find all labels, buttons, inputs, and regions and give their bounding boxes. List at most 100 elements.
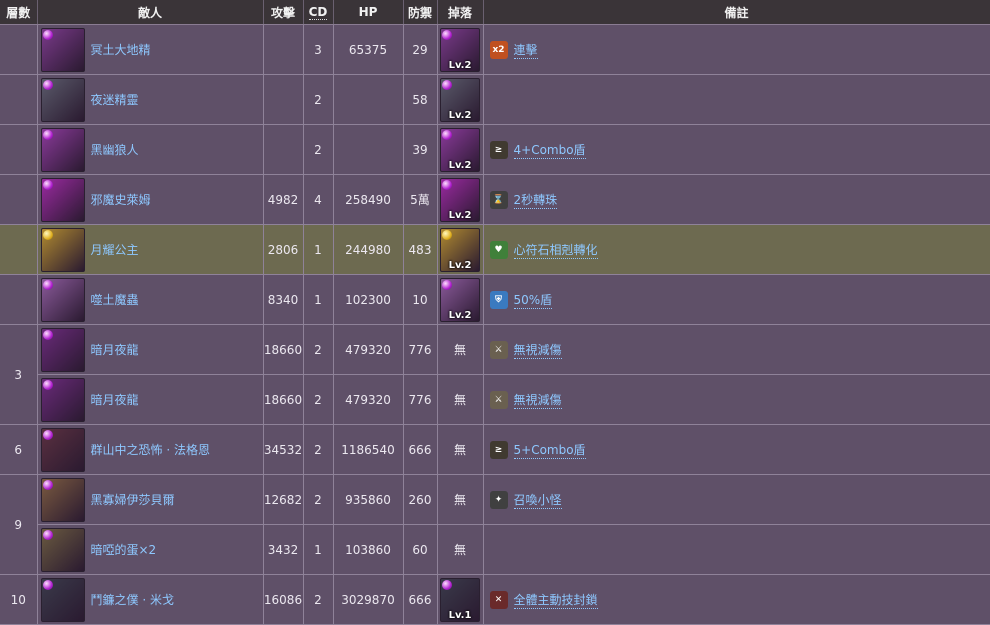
enemy-portrait-icon[interactable] (40, 477, 85, 522)
cd-cell: 1 (303, 524, 334, 575)
note-link[interactable]: 全體主動技封鎖 (513, 591, 598, 609)
enemy-portrait-icon[interactable] (40, 377, 85, 422)
enemy-name-link[interactable]: 噬土魔蟲 (91, 291, 139, 308)
table-row: 夜迷精靈 2 58 Lv.2 (0, 74, 990, 125)
note-link[interactable]: 4+Combo盾 (513, 141, 586, 159)
enemy-cell: 群山中之恐怖 · 法格恩 (37, 424, 264, 475)
def-cell: 666 (403, 424, 438, 475)
drop-card-icon[interactable]: Lv.2 (440, 227, 480, 272)
cd-cell: 2 (303, 574, 334, 625)
enemy-name-link[interactable]: 暗啞的蛋×2 (91, 541, 157, 558)
note-cell: ≥ 5+Combo盾 (483, 424, 990, 475)
table-row: 3 暗月夜龍 18660 2 479320 776 無 ⚔ 無視減傷 (0, 324, 990, 425)
note-cell: ♥ 心符石相剋轉化 (483, 224, 990, 275)
drop-cell: Lv.2 (437, 174, 484, 225)
enemy-cell: 黑寡婦伊莎貝爾 (37, 474, 264, 525)
drop-card-icon[interactable]: Lv.2 (440, 127, 480, 172)
combo-shield-icon: ≥ (489, 440, 508, 459)
col-hp: HP (333, 0, 404, 25)
drop-cell: Lv.2 (437, 274, 484, 325)
note-link[interactable]: 5+Combo盾 (513, 441, 586, 459)
drop-card-icon[interactable]: Lv.2 (440, 27, 480, 72)
def-cell: 58 (403, 74, 438, 125)
note-link[interactable]: 50%盾 (513, 291, 553, 309)
atk-cell (263, 124, 304, 175)
note-link[interactable]: 連擊 (513, 41, 538, 59)
cd-cell: 2 (303, 424, 334, 475)
enemy-portrait-icon[interactable] (40, 527, 85, 572)
drop-cell: 無 (437, 374, 484, 425)
hp-cell: 258490 (333, 174, 404, 225)
cd-cell: 2 (303, 324, 334, 375)
note-cell: ≥ 4+Combo盾 (483, 124, 990, 175)
note-cell: x2 連擊 (483, 24, 990, 75)
def-cell: 29 (403, 24, 438, 75)
drop-cell: 無 (437, 474, 484, 525)
enemy-name-link[interactable]: 月耀公主 (91, 241, 139, 258)
cd-cell: 2 (303, 474, 334, 525)
hp-cell: 479320 (333, 374, 404, 425)
drop-cell: Lv.2 (437, 24, 484, 75)
cd-cell: 2 (303, 74, 334, 125)
drop-level: Lv.2 (448, 259, 472, 271)
enemy-portrait-icon[interactable] (40, 77, 85, 122)
atk-cell: 34532 (263, 424, 304, 475)
cd-cell: 4 (303, 174, 334, 225)
enemy-name-link[interactable]: 暗月夜龍 (91, 341, 139, 358)
drop-cell: Lv.1 (437, 574, 484, 625)
enemy-name-link[interactable]: 鬥鐮之僕 · 米戈 (91, 591, 174, 608)
table-row: 邪魔史萊姆 4982 4 258490 5萬 Lv.2 ⌛ 2秒轉珠 (0, 174, 990, 225)
table-header-row: 層數 敵人 攻擊 CD HP 防禦 掉落 備註 (0, 0, 990, 25)
heart-rune-icon: ♥ (489, 240, 508, 259)
note-link[interactable]: 心符石相剋轉化 (513, 241, 598, 259)
table-row: 噬土魔蟲 8340 1 102300 10 Lv.2 ⛨ 50%盾 (0, 274, 990, 325)
enemy-cell: 暗啞的蛋×2 (37, 524, 264, 575)
def-cell: 5萬 (403, 174, 438, 225)
table-row: 暗月夜龍 18660 2 479320 776 無 ⚔ 無視減傷 (0, 374, 990, 425)
table-row: 黑幽狼人 2 39 Lv.2 ≥ 4+Combo盾 (0, 124, 990, 175)
enemy-portrait-icon[interactable] (40, 327, 85, 372)
hp-cell: 65375 (333, 24, 404, 75)
enemy-name-link[interactable]: 群山中之恐怖 · 法格恩 (91, 441, 210, 458)
enemy-portrait-icon[interactable] (40, 27, 85, 72)
note-link[interactable]: 2秒轉珠 (513, 191, 558, 209)
drop-cell: 無 (437, 424, 484, 475)
note-link[interactable]: 無視減傷 (513, 341, 562, 359)
drop-cell: Lv.2 (437, 124, 484, 175)
enemy-name-link[interactable]: 冥土大地精 (91, 41, 151, 58)
pierce-icon: ⚔ (489, 340, 508, 359)
enemy-name-link[interactable]: 邪魔史萊姆 (91, 191, 151, 208)
enemy-name-link[interactable]: 黑寡婦伊莎貝爾 (91, 491, 175, 508)
floor-cell (0, 124, 38, 175)
enemy-portrait-icon[interactable] (40, 277, 85, 322)
skill-lock-icon: ✕ (489, 590, 508, 609)
enemy-portrait-icon[interactable] (40, 577, 85, 622)
floor-cell (0, 224, 38, 275)
cd-cell: 1 (303, 224, 334, 275)
enemy-name-link[interactable]: 黑幽狼人 (91, 141, 139, 158)
table-row: 9 黑寡婦伊莎貝爾 12682 2 935860 260 無 ✦ 召喚小怪 (0, 474, 990, 575)
enemy-name-link[interactable]: 夜迷精靈 (91, 91, 139, 108)
enemy-cell: 邪魔史萊姆 (37, 174, 264, 225)
enemy-portrait-icon[interactable] (40, 127, 85, 172)
enemy-name-link[interactable]: 暗月夜龍 (91, 391, 139, 408)
note-link[interactable]: 召喚小怪 (513, 491, 562, 509)
table-body: 冥土大地精 3 65375 29 Lv.2 x2 連擊 夜迷精靈 2 58 Lv.2 黑幽狼人… (0, 24, 990, 625)
enemy-portrait-icon[interactable] (40, 227, 85, 272)
enemy-portrait-icon[interactable] (40, 427, 85, 472)
combo-x2-icon: x2 (489, 40, 508, 59)
note-link[interactable]: 無視減傷 (513, 391, 562, 409)
atk-cell (263, 74, 304, 125)
table-row: 月耀公主 2806 1 244980 483 Lv.2 ♥ 心符石相剋轉化 (0, 224, 990, 275)
enemy-portrait-icon[interactable] (40, 177, 85, 222)
floor-cell (0, 74, 38, 125)
atk-cell: 16086 (263, 574, 304, 625)
note-cell: ⌛ 2秒轉珠 (483, 174, 990, 225)
floor-cell (0, 24, 38, 75)
floor-cell: 10 (0, 574, 38, 625)
drop-card-icon[interactable]: Lv.2 (440, 177, 480, 222)
drop-card-icon[interactable]: Lv.2 (440, 277, 480, 322)
drop-card-icon[interactable]: Lv.2 (440, 77, 480, 122)
drop-card-icon[interactable]: Lv.1 (440, 577, 480, 622)
enemy-cell: 暗月夜龍 (37, 374, 264, 425)
